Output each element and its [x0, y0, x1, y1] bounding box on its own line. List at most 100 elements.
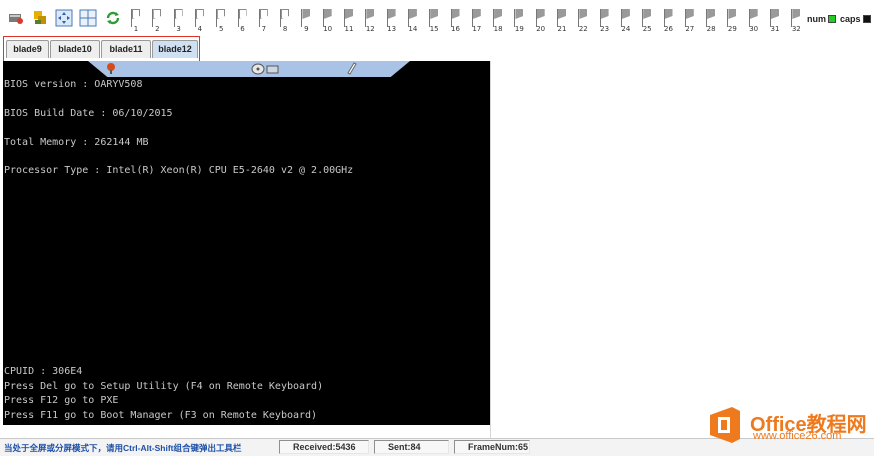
blade-flag-14[interactable]: 14	[406, 7, 420, 33]
flag-number: 5	[218, 25, 224, 33]
flag-icon	[281, 9, 290, 19]
blade-flag-5[interactable]: 5	[214, 7, 228, 33]
move-icon[interactable]	[55, 9, 73, 27]
flag-number: 8	[282, 25, 288, 33]
flag-icon	[217, 9, 226, 19]
num-lock-label: num	[807, 14, 826, 24]
blade-flag-8[interactable]: 8	[278, 7, 292, 33]
blade-flag-6[interactable]: 6	[236, 7, 250, 33]
blade-flag-28[interactable]: 28	[704, 7, 718, 33]
flag-icon	[728, 9, 737, 19]
blade-flag-25[interactable]: 25	[640, 7, 654, 33]
frame-count: FrameNum:65	[454, 440, 530, 454]
blade-flag-1[interactable]: 1	[129, 7, 143, 33]
console-line: Press Del go to Setup Utility (F4 on Rem…	[4, 381, 324, 392]
flag-number: 27	[685, 25, 695, 33]
exit-icon[interactable]	[7, 9, 25, 27]
console-line: Press F11 go to Boot Manager (F3 on Remo…	[4, 410, 318, 421]
blade-flag-29[interactable]: 29	[725, 7, 739, 33]
flag-number: 28	[706, 25, 716, 33]
pencil-icon[interactable]	[345, 61, 357, 75]
flag-icon	[664, 9, 673, 19]
blade-flag-3[interactable]: 3	[172, 7, 186, 33]
blade-flag-30[interactable]: 30	[747, 7, 761, 33]
empty-right-panel	[490, 61, 874, 441]
flag-icon	[132, 9, 140, 19]
flag-number: 17	[472, 25, 482, 33]
blade-flag-16[interactable]: 16	[449, 7, 463, 33]
flag-icon	[430, 9, 439, 19]
flag-icon	[451, 9, 460, 19]
blade-flag-24[interactable]: 24	[619, 7, 633, 33]
flag-number: 19	[514, 25, 524, 33]
toolbar: 1 2 3 4 5 6 7 8 9 10 11 12 13 14 15 16 17 18 19 20 21 22 23 24 2…	[0, 0, 874, 38]
received-count: Received:5436	[279, 440, 369, 454]
blade-flag-11[interactable]: 11	[342, 7, 356, 33]
flag-number: 4	[197, 25, 203, 33]
blade-flag-15[interactable]: 15	[427, 7, 441, 33]
flag-number: 20	[536, 25, 546, 33]
blade-flag-10[interactable]: 10	[321, 7, 335, 33]
flag-pole	[194, 9, 196, 27]
blade-flag-32[interactable]: 32	[789, 7, 803, 33]
kvm-floating-toolbar[interactable]	[88, 61, 410, 77]
flag-icon	[792, 9, 801, 19]
disk-icon[interactable]	[251, 61, 281, 75]
blade-flag-20[interactable]: 20	[534, 7, 548, 33]
kvm-console-screen[interactable]: BIOS version : OARYV508 BIOS Build Date …	[3, 61, 490, 425]
flag-number: 30	[749, 25, 759, 33]
blade-flag-31[interactable]: 31	[768, 7, 782, 33]
flag-number: 1	[133, 25, 139, 33]
blade-flag-12[interactable]: 12	[363, 7, 377, 33]
blade-flag-9[interactable]: 9	[299, 7, 313, 33]
blade-flag-26[interactable]: 26	[662, 7, 676, 33]
flag-number: 9	[304, 25, 309, 33]
users-icon[interactable]	[31, 9, 49, 27]
blade-flag-4[interactable]: 4	[193, 7, 207, 33]
flag-number: 31	[770, 25, 780, 33]
blade-flag-27[interactable]: 27	[683, 7, 697, 33]
watermark-url: www.office26.com	[753, 430, 842, 442]
flag-pole	[280, 9, 282, 27]
flag-number: 29	[727, 25, 737, 33]
flag-icon	[387, 9, 396, 19]
blade-flag-21[interactable]: 21	[555, 7, 569, 33]
blade-flag-7[interactable]: 7	[257, 7, 271, 33]
flag-number: 32	[791, 25, 801, 33]
grid-icon[interactable]	[79, 9, 97, 27]
sent-count: Sent:84	[374, 440, 449, 454]
console-line: BIOS version : OARYV508	[4, 79, 143, 90]
blade-flag-13[interactable]: 13	[385, 7, 399, 33]
flag-icon	[302, 9, 311, 19]
flag-pole	[301, 9, 303, 27]
blade-flag-18[interactable]: 18	[491, 7, 505, 33]
blade-flag-19[interactable]: 19	[512, 7, 526, 33]
flag-number: 10	[323, 25, 333, 33]
flag-number: 23	[600, 25, 610, 33]
blade-flag-2[interactable]: 2	[150, 7, 164, 33]
flag-icon	[323, 9, 332, 19]
flag-number: 24	[621, 25, 631, 33]
flag-icon	[366, 9, 375, 19]
blade-flag-17[interactable]: 17	[470, 7, 484, 33]
blade-flag-22[interactable]: 22	[576, 7, 590, 33]
flag-icon	[749, 9, 758, 19]
blade-flag-23[interactable]: 23	[598, 7, 612, 33]
caps-lock-indicator	[863, 15, 871, 23]
flag-number: 7	[261, 25, 267, 33]
flag-icon	[558, 9, 566, 19]
flag-number: 6	[240, 25, 245, 33]
flag-icon	[408, 9, 417, 19]
pin-icon[interactable]	[104, 61, 118, 75]
flag-number: 22	[578, 25, 588, 33]
flag-icon	[494, 9, 503, 19]
flag-number: 12	[365, 25, 375, 33]
flag-icon	[174, 9, 183, 19]
console-line: Processor Type : Intel(R) Xeon(R) CPU E5…	[4, 165, 354, 176]
flag-number: 14	[408, 25, 418, 33]
console-line: BIOS Build Date : 06/10/2015	[4, 108, 173, 119]
flag-icon	[707, 9, 716, 19]
caps-lock-label: caps	[840, 14, 861, 24]
refresh-icon[interactable]	[104, 9, 122, 27]
console-line: Total Memory : 262144 MB	[4, 137, 149, 148]
